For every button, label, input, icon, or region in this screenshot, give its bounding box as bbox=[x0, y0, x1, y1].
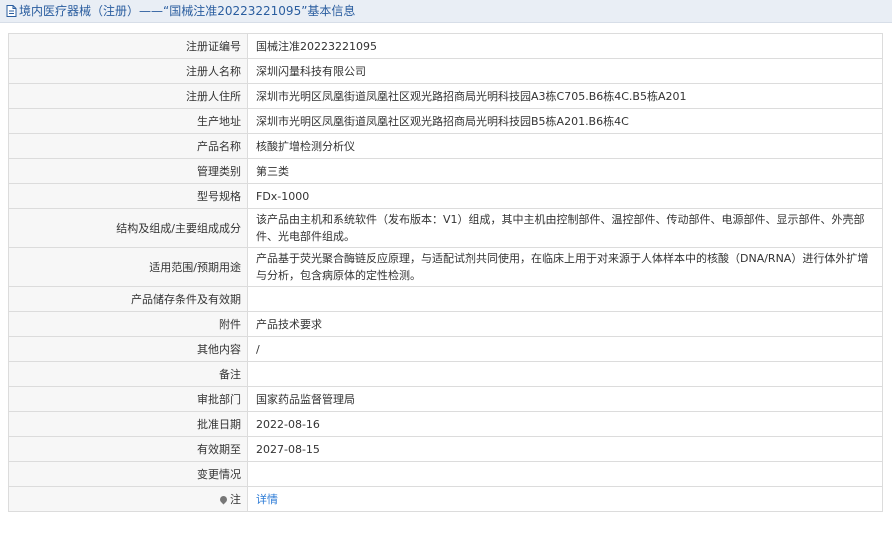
table-row: 备注 bbox=[8, 361, 883, 387]
table-row: 管理类别 第三类 bbox=[8, 158, 883, 184]
page-header: 境内医疗器械（注册）——“国械注准20223221095”基本信息 bbox=[0, 0, 892, 23]
row-value bbox=[247, 461, 883, 487]
row-value: 该产品由主机和系统软件（发布版本：V1）组成，其中主机由控制部件、温控部件、传动… bbox=[247, 208, 883, 248]
row-label: 注册人住所 bbox=[8, 83, 248, 109]
detail-table: 注册证编号 国械注准20223221095 注册人名称 深圳闪量科技有限公司 注… bbox=[8, 33, 883, 512]
row-label: 其他内容 bbox=[8, 336, 248, 362]
row-value: 产品基于荧光聚合酶链反应原理，与适配试剂共同使用，在临床上用于对来源于人体样本中… bbox=[247, 247, 883, 287]
note-label-cell: 注 bbox=[8, 486, 248, 512]
table-row: 结构及组成/主要组成成分 该产品由主机和系统软件（发布版本：V1）组成，其中主机… bbox=[8, 208, 883, 248]
row-value: 深圳闪量科技有限公司 bbox=[247, 58, 883, 84]
row-label: 附件 bbox=[8, 311, 248, 337]
table-row: 产品名称 核酸扩增检测分析仪 bbox=[8, 133, 883, 159]
row-label: 注册证编号 bbox=[8, 33, 248, 59]
row-label: 有效期至 bbox=[8, 436, 248, 462]
note-row: 注 详情 bbox=[8, 486, 883, 512]
row-label: 型号规格 bbox=[8, 183, 248, 209]
row-value: FDx-1000 bbox=[247, 183, 883, 209]
table-row: 其他内容 / bbox=[8, 336, 883, 362]
row-value: 深圳市光明区凤凰街道凤凰社区观光路招商局光明科技园A3栋C705.B6栋4C.B… bbox=[247, 83, 883, 109]
pin-icon bbox=[218, 494, 229, 504]
document-icon bbox=[6, 2, 17, 22]
page-title: 境内医疗器械（注册）——“国械注准20223221095”基本信息 bbox=[19, 4, 356, 18]
row-value: 2027-08-15 bbox=[247, 436, 883, 462]
table-row: 适用范围/预期用途 产品基于荧光聚合酶链反应原理，与适配试剂共同使用，在临床上用… bbox=[8, 247, 883, 287]
table-row: 变更情况 bbox=[8, 461, 883, 487]
row-value: 国家药品监督管理局 bbox=[247, 386, 883, 412]
row-label: 变更情况 bbox=[8, 461, 248, 487]
table-row: 生产地址 深圳市光明区凤凰街道凤凰社区观光路招商局光明科技园B5栋A201.B6… bbox=[8, 108, 883, 134]
row-value: 2022-08-16 bbox=[247, 411, 883, 437]
row-value: 第三类 bbox=[247, 158, 883, 184]
row-label: 生产地址 bbox=[8, 108, 248, 134]
table-row: 型号规格 FDx-1000 bbox=[8, 183, 883, 209]
detail-panel: 注册证编号 国械注准20223221095 注册人名称 深圳闪量科技有限公司 注… bbox=[8, 33, 883, 512]
row-value bbox=[247, 286, 883, 312]
row-label: 产品名称 bbox=[8, 133, 248, 159]
note-value-cell: 详情 bbox=[247, 486, 883, 512]
table-row: 注册人住所 深圳市光明区凤凰街道凤凰社区观光路招商局光明科技园A3栋C705.B… bbox=[8, 83, 883, 109]
table-row: 审批部门 国家药品监督管理局 bbox=[8, 386, 883, 412]
table-row: 注册证编号 国械注准20223221095 bbox=[8, 33, 883, 59]
row-value bbox=[247, 361, 883, 387]
table-row: 产品储存条件及有效期 bbox=[8, 286, 883, 312]
row-value: 产品技术要求 bbox=[247, 311, 883, 337]
table-row: 附件 产品技术要求 bbox=[8, 311, 883, 337]
row-label: 结构及组成/主要组成成分 bbox=[8, 208, 248, 248]
row-label: 审批部门 bbox=[8, 386, 248, 412]
row-value: 核酸扩增检测分析仪 bbox=[247, 133, 883, 159]
note-label: 注 bbox=[230, 492, 241, 506]
details-link[interactable]: 详情 bbox=[256, 493, 278, 506]
table-row: 注册人名称 深圳闪量科技有限公司 bbox=[8, 58, 883, 84]
row-label: 注册人名称 bbox=[8, 58, 248, 84]
row-value: 国械注准20223221095 bbox=[247, 33, 883, 59]
table-row: 批准日期 2022-08-16 bbox=[8, 411, 883, 437]
row-value: 深圳市光明区凤凰街道凤凰社区观光路招商局光明科技园B5栋A201.B6栋4C bbox=[247, 108, 883, 134]
row-value: / bbox=[247, 336, 883, 362]
row-label: 批准日期 bbox=[8, 411, 248, 437]
row-label: 适用范围/预期用途 bbox=[8, 247, 248, 287]
row-label: 产品储存条件及有效期 bbox=[8, 286, 248, 312]
row-label: 管理类别 bbox=[8, 158, 248, 184]
table-row: 有效期至 2027-08-15 bbox=[8, 436, 883, 462]
row-label: 备注 bbox=[8, 361, 248, 387]
